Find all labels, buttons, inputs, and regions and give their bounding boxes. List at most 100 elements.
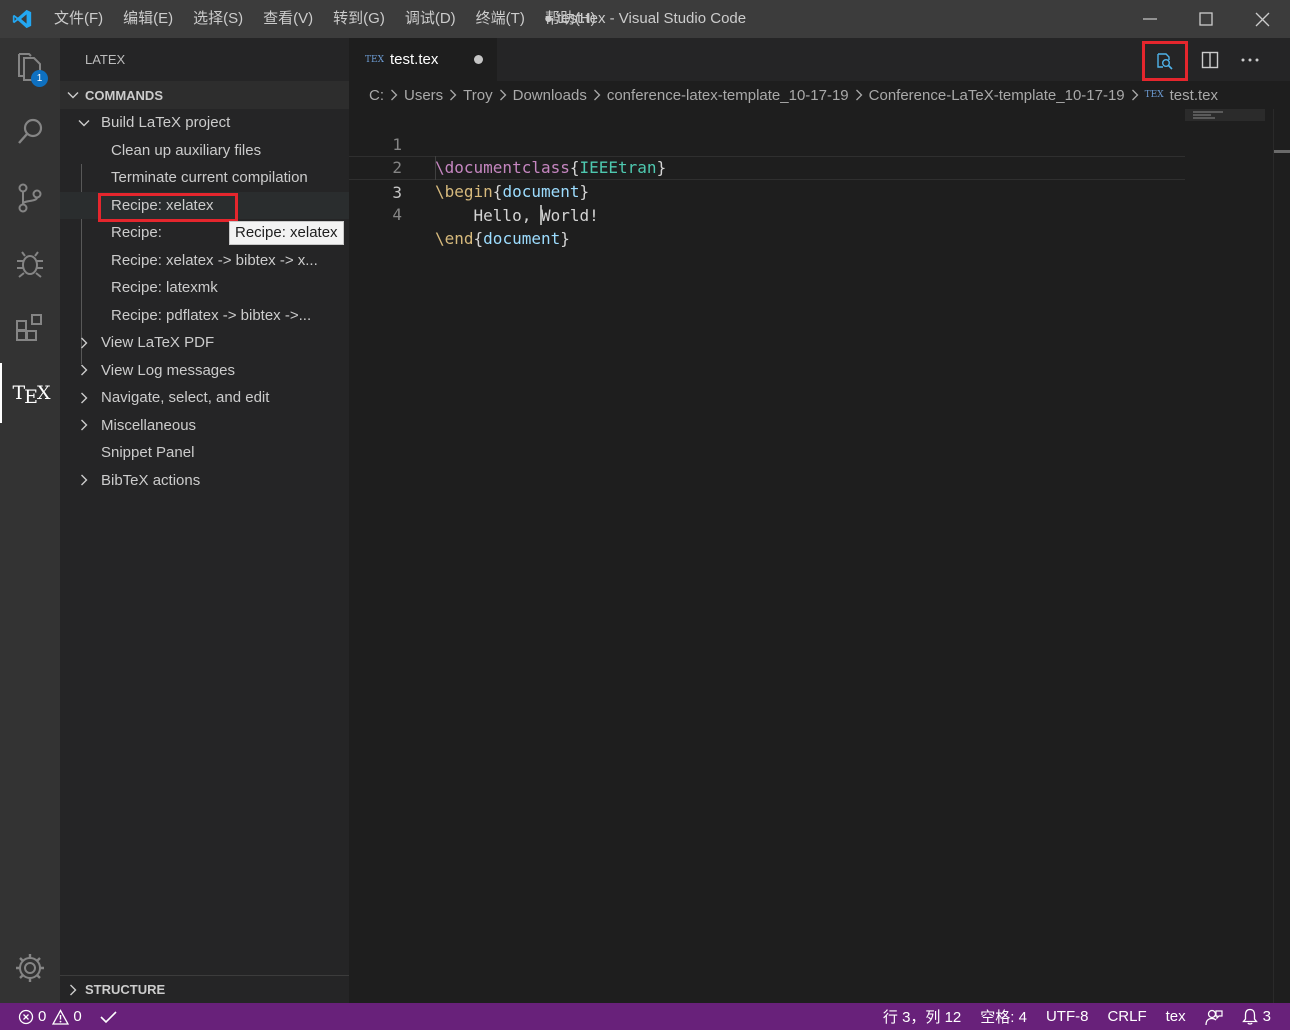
commands-section-label: COMMANDS: [85, 87, 163, 103]
activity-source-control[interactable]: [0, 168, 60, 228]
tex-file-icon: TEX: [365, 54, 384, 65]
tree-item-misc[interactable]: Miscellaneous: [60, 412, 349, 440]
activity-search[interactable]: [0, 102, 60, 162]
build-status[interactable]: [100, 1010, 117, 1024]
feedback-button[interactable]: [1205, 1008, 1223, 1026]
latex-argument: document: [483, 228, 561, 248]
code-editor[interactable]: 1 \documentclass{IEEEtran} 2 \begin{docu…: [349, 109, 1185, 1003]
notifications-button[interactable]: 3: [1241, 1008, 1271, 1025]
breadcrumb: C: Users Troy Downloads conference-latex…: [349, 81, 1290, 109]
breadcrumb-item[interactable]: Troy: [463, 87, 492, 104]
breadcrumb-item[interactable]: conference-latex-template_10-17-19: [607, 87, 849, 104]
sidebar-title: LATEX: [85, 52, 126, 67]
extensions-icon: [16, 314, 42, 341]
vscode-logo-icon: [0, 0, 44, 38]
minimize-button[interactable]: [1122, 0, 1178, 38]
tree-item-label: Recipe:: [111, 224, 162, 242]
tooltip: Recipe: xelatex: [229, 221, 344, 245]
chevron-right-icon: [389, 89, 399, 101]
tab-test-tex[interactable]: TEX test.tex: [349, 38, 497, 81]
menu-go[interactable]: 转到(G): [323, 0, 395, 38]
status-bar: 0 0 行 3，列 12 空格: 4 UTF-8 CRLF tex 3: [0, 1003, 1290, 1030]
tree-item-clean[interactable]: Clean up auxiliary files: [60, 137, 349, 165]
preview-search-icon: [1157, 52, 1173, 70]
close-button[interactable]: [1234, 0, 1290, 38]
breadcrumb-item[interactable]: Downloads: [513, 87, 587, 104]
tree-item-recipe-latexmk[interactable]: Recipe: latexmk: [60, 274, 349, 302]
minimize-icon: [1143, 18, 1157, 20]
close-icon: [1255, 12, 1269, 26]
menu-debug[interactable]: 调试(D): [395, 0, 466, 38]
activity-debug[interactable]: [0, 233, 60, 293]
source-control-icon: [18, 183, 42, 213]
tree-item-view-log[interactable]: View Log messages: [60, 357, 349, 385]
menu-bar: 文件(F) 编辑(E) 选择(S) 查看(V) 转到(G) 调试(D) 终端(T…: [44, 0, 606, 38]
end-of-line[interactable]: CRLF: [1107, 1008, 1146, 1025]
debug-icon: [17, 251, 43, 278]
structure-section-header[interactable]: STRUCTURE: [60, 975, 349, 1003]
menu-help[interactable]: 帮助(H): [535, 0, 606, 38]
menu-edit[interactable]: 编辑(E): [113, 0, 183, 38]
menu-selection[interactable]: 选择(S): [183, 0, 253, 38]
feedback-icon: [1205, 1009, 1223, 1025]
unsaved-dot-icon[interactable]: [474, 55, 483, 64]
breadcrumb-file[interactable]: test.tex: [1170, 87, 1218, 104]
breadcrumb-item[interactable]: Users: [404, 87, 443, 104]
tree-item-snippet-panel[interactable]: Snippet Panel: [60, 439, 349, 467]
more-actions-button[interactable]: [1230, 38, 1270, 81]
menu-file[interactable]: 文件(F): [44, 0, 113, 38]
activity-bar: 1 TEX: [0, 38, 60, 1003]
editor-actions: [1142, 38, 1270, 81]
code-text: Hello,: [435, 206, 541, 225]
indentation[interactable]: 空格: 4: [980, 1006, 1027, 1027]
tree-item-view-pdf[interactable]: View LaTeX PDF: [60, 329, 349, 357]
activity-explorer[interactable]: 1: [0, 38, 60, 98]
indent-guide: [435, 156, 436, 180]
tree-item-recipe-pdflatex-bibtex[interactable]: Recipe: pdflatex -> bibtex ->...: [60, 302, 349, 330]
tree-item-label: View LaTeX PDF: [101, 334, 215, 352]
code-line: 4 \end{document}: [349, 180, 1185, 248]
tree-item-label: Terminate current compilation: [111, 169, 308, 187]
tree-item-bibtex[interactable]: BibTeX actions: [60, 467, 349, 495]
chevron-right-icon: [1130, 89, 1140, 101]
bell-icon: [1241, 1008, 1258, 1025]
problems-indicator[interactable]: 0 0: [18, 1008, 82, 1025]
tree-item-label: Recipe: latexmk: [111, 279, 218, 297]
gear-icon: [16, 954, 44, 982]
warning-count: 0: [73, 1008, 82, 1025]
notification-count: 3: [1262, 1008, 1271, 1025]
vertical-scrollbar[interactable]: [1273, 109, 1290, 1003]
tree-item-terminate[interactable]: Terminate current compilation: [60, 164, 349, 192]
activity-manage[interactable]: [0, 938, 60, 998]
commands-section-header[interactable]: COMMANDS: [60, 81, 349, 109]
tab-bar: TEX test.tex: [349, 38, 1290, 81]
line-number: 4: [392, 205, 402, 224]
tree-item-build[interactable]: Build LaTeX project: [60, 109, 349, 137]
cursor-position[interactable]: 行 3，列 12: [883, 1006, 961, 1027]
chevron-down-icon: [60, 89, 85, 101]
maximize-button[interactable]: [1178, 0, 1234, 38]
breadcrumb-item[interactable]: Conference-LaTeX-template_10-17-19: [869, 87, 1125, 104]
tree-item-label: View Log messages: [101, 361, 235, 379]
language-mode[interactable]: tex: [1166, 1008, 1186, 1025]
split-editor-button[interactable]: [1190, 38, 1230, 81]
tree-item-label: Navigate, select, and edit: [101, 389, 270, 407]
activity-latex[interactable]: TEX: [0, 363, 60, 423]
menu-view[interactable]: 查看(V): [253, 0, 323, 38]
encoding[interactable]: UTF-8: [1046, 1008, 1089, 1025]
search-icon: [18, 118, 43, 144]
tree-item-navigate[interactable]: Navigate, select, and edit: [60, 384, 349, 412]
chevron-right-icon: [74, 337, 94, 349]
menu-terminal[interactable]: 终端(T): [466, 0, 535, 38]
structure-section-label: STRUCTURE: [85, 982, 166, 997]
tree-item-label: BibTeX actions: [101, 471, 201, 489]
view-pdf-button[interactable]: [1142, 40, 1188, 81]
chevron-right-icon: [592, 89, 602, 101]
tree-item-label: Snippet Panel: [101, 444, 195, 462]
activity-extensions[interactable]: [0, 298, 60, 358]
tex-icon: TEX: [12, 382, 50, 408]
tree-item-recipe-xelatex-bibtex[interactable]: Recipe: xelatex -> bibtex -> x...: [60, 247, 349, 275]
tree-item-label: Miscellaneous: [101, 416, 197, 434]
breadcrumb-item[interactable]: C:: [369, 87, 384, 104]
chevron-right-icon: [74, 392, 94, 404]
